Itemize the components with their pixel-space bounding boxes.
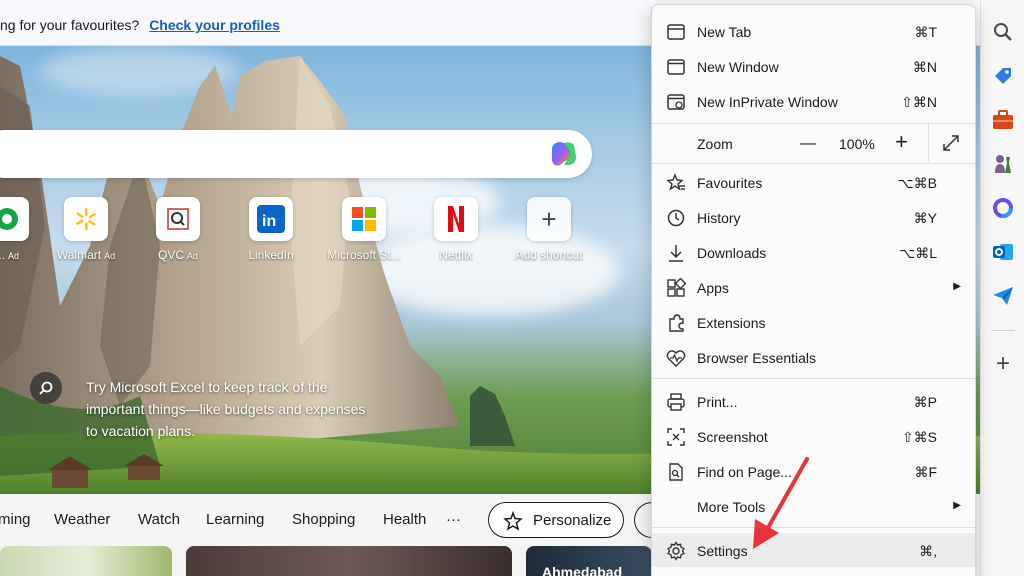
quick-link-microsoft-store[interactable]: Microsoft St... — [319, 197, 409, 262]
menu-separator — [652, 163, 975, 164]
quick-link-linkedin[interactable]: in LinkedIn — [226, 197, 316, 262]
zoom-level: 100% — [839, 136, 875, 152]
screenshot-icon — [667, 428, 685, 446]
feed-tab-watch[interactable]: Watch — [138, 511, 180, 528]
copilot-icon[interactable] — [548, 139, 580, 169]
zoom-in-button[interactable]: + — [895, 131, 908, 153]
send-icon[interactable] — [989, 282, 1017, 310]
menu-item-new-window[interactable]: New Window ⌘N — [652, 49, 975, 83]
favourites-icon — [666, 173, 685, 191]
feed-tab-weather[interactable]: Weather — [54, 511, 110, 528]
menu-item-downloads[interactable]: Downloads ⌥⌘L — [652, 235, 975, 269]
chevron-right-icon: ▶ — [953, 281, 961, 292]
chess-icon[interactable] — [989, 150, 1017, 178]
menu-item-new-inprivate-window[interactable]: New InPrivate Window ⇧⌘N — [652, 84, 975, 118]
tag-icon[interactable] — [989, 62, 1017, 90]
search-tip-icon — [30, 372, 62, 404]
edge-sidebar: + — [980, 0, 1024, 576]
briefcase-icon[interactable] — [989, 106, 1017, 134]
feed-tab-health[interactable]: Health — [383, 511, 426, 528]
menu-item-settings[interactable]: Settings ⌘, — [652, 533, 975, 567]
menu-item-extensions[interactable]: Extensions — [652, 305, 975, 339]
search-icon[interactable] — [989, 18, 1017, 46]
new-window-icon — [667, 59, 685, 75]
linkedin-icon: in — [257, 205, 285, 233]
menu-item-browser-essentials[interactable]: Browser Essentials — [652, 340, 975, 374]
walmart-icon — [76, 208, 96, 230]
menu-item-apps[interactable]: Apps ▶ — [652, 270, 975, 304]
copilot-sidebar-icon[interactable] — [989, 194, 1017, 222]
menu-item-screenshot[interactable]: Screenshot ⇧⌘S — [652, 419, 975, 453]
green-circle-icon — [0, 208, 18, 230]
quick-link-netflix[interactable]: Netflix — [411, 197, 501, 262]
feed-more-button[interactable]: ··· — [446, 511, 461, 528]
browser-essentials-icon — [666, 350, 686, 367]
downloads-icon — [669, 245, 683, 262]
menu-separator — [652, 378, 975, 379]
search-box[interactable] — [0, 130, 592, 178]
info-bar-message: ng for your favourites? — [0, 17, 140, 33]
quick-link-qvc[interactable]: QVC Ad — [133, 197, 223, 262]
feed-tab-shopping[interactable]: Shopping — [292, 511, 355, 528]
pencil-star-icon — [503, 511, 523, 531]
menu-item-zoom: Zoom — 100% + — [652, 124, 975, 162]
news-card[interactable]: Ahmedabad — [526, 546, 652, 576]
menu-separator — [652, 527, 975, 528]
check-profiles-link[interactable]: Check your profiles — [149, 17, 280, 33]
chevron-right-icon: ▶ — [953, 500, 961, 511]
add-icon[interactable]: + — [989, 350, 1017, 378]
quick-link-walmart[interactable]: Walmart Ad — [41, 197, 131, 262]
microsoft-store-icon — [352, 207, 376, 231]
sidebar-divider — [991, 330, 1015, 331]
settings-and-more-menu: New Tab ⌘T New Window ⌘N New InPrivate W… — [651, 4, 976, 576]
inprivate-icon — [667, 94, 685, 110]
menu-item-new-tab[interactable]: New Tab ⌘T — [652, 14, 975, 48]
svg-text:in: in — [262, 213, 276, 230]
print-icon — [667, 393, 685, 411]
plus-icon: + — [541, 204, 557, 234]
history-icon — [667, 209, 685, 227]
new-tab-icon — [667, 24, 685, 40]
zoom-divider — [928, 124, 929, 162]
settings-gear-icon — [667, 541, 685, 561]
fullscreen-icon[interactable] — [942, 134, 960, 152]
add-shortcut-button[interactable]: + Add shortcut — [504, 197, 594, 262]
feed-tab-learning[interactable]: Learning — [206, 511, 264, 528]
extensions-icon — [669, 314, 684, 332]
news-card[interactable] — [0, 546, 172, 576]
feed-tab-gaming[interactable]: ming — [0, 511, 31, 528]
outlook-icon[interactable] — [989, 238, 1017, 266]
find-on-page-icon — [669, 463, 683, 481]
news-card-title: Ahmedabad — [542, 564, 623, 576]
menu-item-find-on-page[interactable]: Find on Page... ⌘F — [652, 454, 975, 488]
menu-item-favourites[interactable]: Favourites ⌥⌘B — [652, 165, 975, 199]
zoom-out-button[interactable]: — — [800, 134, 816, 154]
qvc-icon — [167, 208, 189, 230]
menu-item-more-tools[interactable]: More Tools ▶ — [652, 489, 975, 523]
netflix-icon — [448, 206, 464, 232]
news-card[interactable] — [186, 546, 512, 576]
menu-item-history[interactable]: History ⌘Y — [652, 200, 975, 234]
personalize-button[interactable]: Personalize — [488, 502, 624, 538]
tip-text: Try Microsoft Excel to keep track of the… — [86, 379, 366, 439]
apps-icon — [667, 278, 686, 297]
menu-item-print[interactable]: Print... ⌘P — [652, 384, 975, 418]
